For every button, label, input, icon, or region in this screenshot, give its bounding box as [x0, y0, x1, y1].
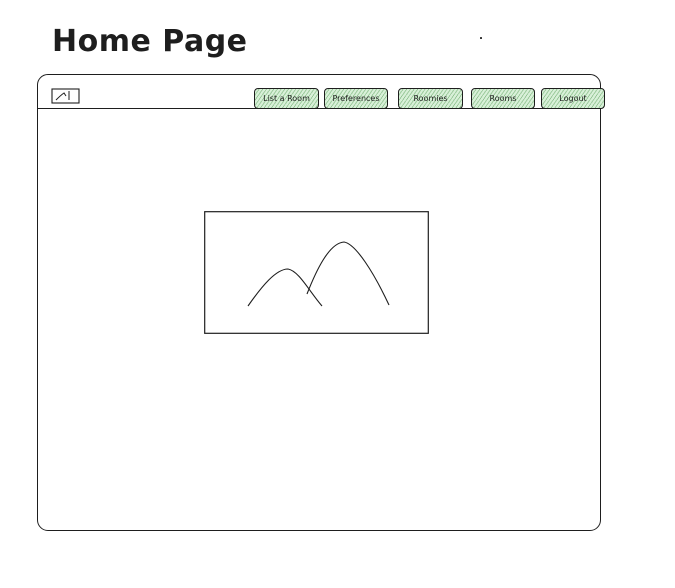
nav-button-preferences[interactable]: Preferences: [324, 88, 388, 109]
nav-button-logout[interactable]: Logout: [541, 88, 605, 109]
nav-button-label: Preferences: [332, 94, 380, 103]
page-title: Home Page: [52, 24, 248, 59]
hero-image-placeholder-icon: [204, 211, 429, 334]
nav-button-roomies[interactable]: Roomies: [398, 88, 463, 109]
nav-button-rooms[interactable]: Rooms: [471, 88, 535, 109]
nav-button-label: Rooms: [489, 94, 517, 103]
nav-button-list-a-room[interactable]: List a Room: [254, 88, 319, 109]
nav-button-label: List a Room: [263, 94, 310, 103]
nav-button-label: Logout: [559, 94, 587, 103]
nav-button-label: Roomies: [413, 94, 448, 103]
logo-image-icon[interactable]: [51, 88, 80, 104]
stray-dot: [480, 37, 482, 39]
